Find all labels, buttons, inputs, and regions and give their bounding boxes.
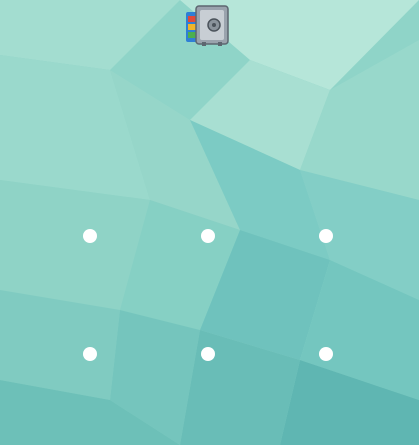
pattern-dot-5[interactable]	[201, 347, 215, 361]
pattern-dot-2[interactable]	[201, 229, 215, 243]
pattern-dot-3[interactable]	[319, 229, 333, 243]
lock-screen	[0, 0, 419, 445]
pattern-dot-6[interactable]	[319, 347, 333, 361]
pattern-dot-4[interactable]	[83, 347, 97, 361]
pattern-dot-1[interactable]	[83, 229, 97, 243]
pattern-lock-grid	[0, 0, 419, 445]
